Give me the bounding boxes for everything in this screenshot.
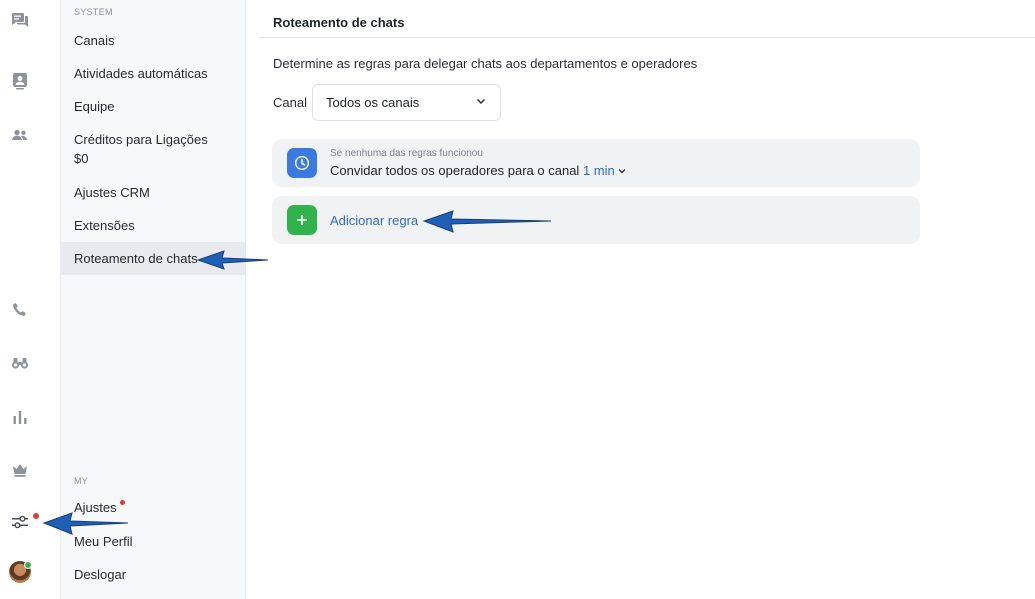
page-description: Determine as regras para delegar chats a… [273,56,698,71]
sidebar-item-deslogar[interactable]: Deslogar [61,565,245,584]
fallback-time-dropdown[interactable]: 1 min [583,163,627,178]
plus-icon [287,205,317,235]
notification-dot [119,500,125,505]
sidebar-item-creditos[interactable]: Créditos para Ligações $0 [61,130,245,168]
binoculars-icon[interactable] [9,352,31,374]
sidebar-item-canais[interactable]: Canais [61,31,245,50]
main-content: Roteamento de chats Determine as regras … [259,0,1035,599]
canal-select[interactable]: Todos os canais [312,84,501,121]
sidebar-item-label: Equipe [74,99,115,114]
add-rule-button[interactable]: Adicionar regra [330,213,418,228]
team-icon[interactable] [9,124,31,146]
crown-icon[interactable] [9,459,31,481]
sidebar-item-label: Roteamento de chats [74,251,198,266]
settings-notification-dot [33,513,39,519]
fallback-rule-card: Se nenhuma das regras funcionou Convidar… [272,139,920,187]
canal-select-value: Todos os canais [326,95,420,110]
fallback-time-value: 1 min [582,163,615,178]
settings-sliders-icon[interactable] [9,511,31,533]
sidebar-item-equipe[interactable]: Equipe [61,97,245,116]
sidebar-item-extensoes[interactable]: Extensões [61,216,245,235]
annotation-arrow-sidebar [196,250,269,270]
canal-label: Canal [273,95,307,110]
chevron-down-icon [475,95,487,110]
icon-rail [0,0,40,599]
phone-icon[interactable] [9,299,31,321]
clock-icon [287,148,317,178]
sidebar-item-label: Atividades automáticas [74,66,208,81]
page-title: Roteamento de chats [273,15,405,30]
system-section-heading: SYSTEM [74,7,113,17]
fallback-rule-text-line: Convidar todos os operadores para o cana… [330,163,627,178]
sidebar-item-label: Canais [74,33,115,48]
sidebar-item-label: Créditos para Ligações [74,132,208,147]
sidebar-item-label: Ajustes CRM [74,185,150,200]
credits-balance: $0 [74,151,89,166]
stats-icon[interactable] [9,406,31,428]
add-rule-card[interactable]: Adicionar regra [272,196,920,244]
chevron-down-icon [615,163,627,178]
sidebar-item-atividades[interactable]: Atividades automáticas [61,64,245,83]
sidebar-item-label: Extensões [74,218,135,233]
sidebar-item-label: Deslogar [74,567,127,582]
chats-icon[interactable] [9,9,31,31]
sidebar-item-ajustes-crm[interactable]: Ajustes CRM [61,183,245,202]
contacts-icon[interactable] [9,70,31,92]
online-status-dot [24,561,32,569]
fallback-rule-text: Convidar todos os operadores para o cana… [330,163,580,178]
my-section-heading: MY [74,476,89,486]
fallback-rule-caption: Se nenhuma das regras funcionou [330,148,483,159]
header-divider [259,37,1035,38]
annotation-arrow-settings [42,512,129,535]
annotation-arrow-add-rule [422,210,552,233]
